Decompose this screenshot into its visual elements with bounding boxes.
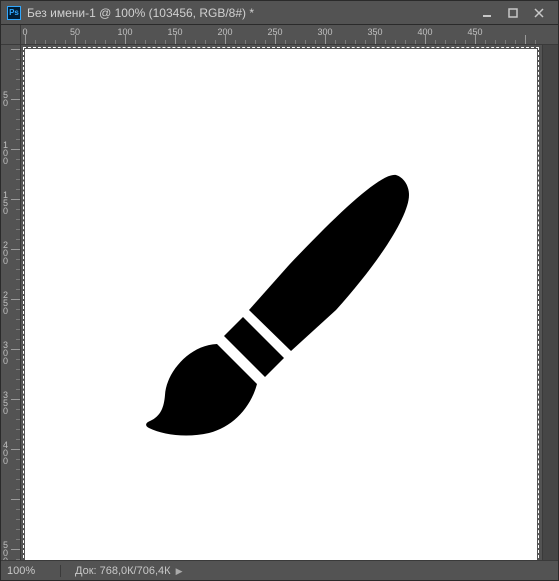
ruler-v-label: 100 (3, 141, 17, 165)
ruler-horizontal[interactable]: 0 50 100 150 200 250 300 350 400 450 (21, 25, 542, 45)
document-title: Без имени-1 @ 100% (103456, RGB/8#) * (27, 6, 474, 20)
ruler-h-label: 300 (317, 27, 332, 37)
canvas[interactable] (25, 49, 537, 560)
workspace: 0 50 100 150 200 250 300 350 400 450 50 100 150 200 2… (1, 25, 558, 560)
scrollbar-vertical[interactable] (542, 45, 558, 560)
doc-size-value: 768,0К/706,4К (100, 565, 171, 577)
document-size-readout[interactable]: Док: 768,0К/706,4К ▶ (75, 565, 183, 577)
chevron-right-icon[interactable]: ▶ (176, 566, 183, 576)
canvas-viewport[interactable] (21, 45, 542, 560)
document-window: Ps Без имени-1 @ 100% (103456, RGB/8#) *… (0, 0, 559, 581)
ruler-v-label: 350 (3, 391, 17, 415)
ruler-v-label: 250 (3, 291, 17, 315)
ruler-h-label: 50 (70, 27, 80, 37)
ruler-v-label: 400 (3, 441, 17, 465)
ruler-v-label: 150 (3, 191, 17, 215)
brush-icon (131, 155, 431, 455)
zoom-level-field[interactable]: 100% (7, 565, 61, 577)
close-button[interactable] (526, 4, 552, 22)
ruler-v-label: 200 (3, 241, 17, 265)
ruler-v-label: 500 (3, 541, 17, 560)
doc-size-label: Док: (75, 565, 97, 577)
ruler-h-label: 200 (217, 27, 232, 37)
ruler-h-label: 250 (267, 27, 282, 37)
minimize-button[interactable] (474, 4, 500, 22)
ruler-h-label: 400 (417, 27, 432, 37)
ruler-h-label: 150 (167, 27, 182, 37)
ruler-h-label: 350 (367, 27, 382, 37)
ruler-h-label: 100 (117, 27, 132, 37)
ruler-v-label: 300 (3, 341, 17, 365)
ruler-h-label: 450 (467, 27, 482, 37)
ruler-h-end (542, 25, 558, 45)
titlebar: Ps Без имени-1 @ 100% (103456, RGB/8#) * (1, 1, 558, 25)
ruler-origin-corner[interactable] (1, 25, 21, 45)
maximize-button[interactable] (500, 4, 526, 22)
ruler-v-label: 50 (3, 91, 17, 107)
ruler-vertical[interactable]: 50 100 150 200 250 300 350 400 500 (1, 45, 21, 560)
ruler-h-label: 0 (22, 27, 27, 37)
photoshop-app-icon: Ps (7, 6, 21, 20)
statusbar: 100% Док: 768,0К/706,4К ▶ (1, 560, 558, 580)
